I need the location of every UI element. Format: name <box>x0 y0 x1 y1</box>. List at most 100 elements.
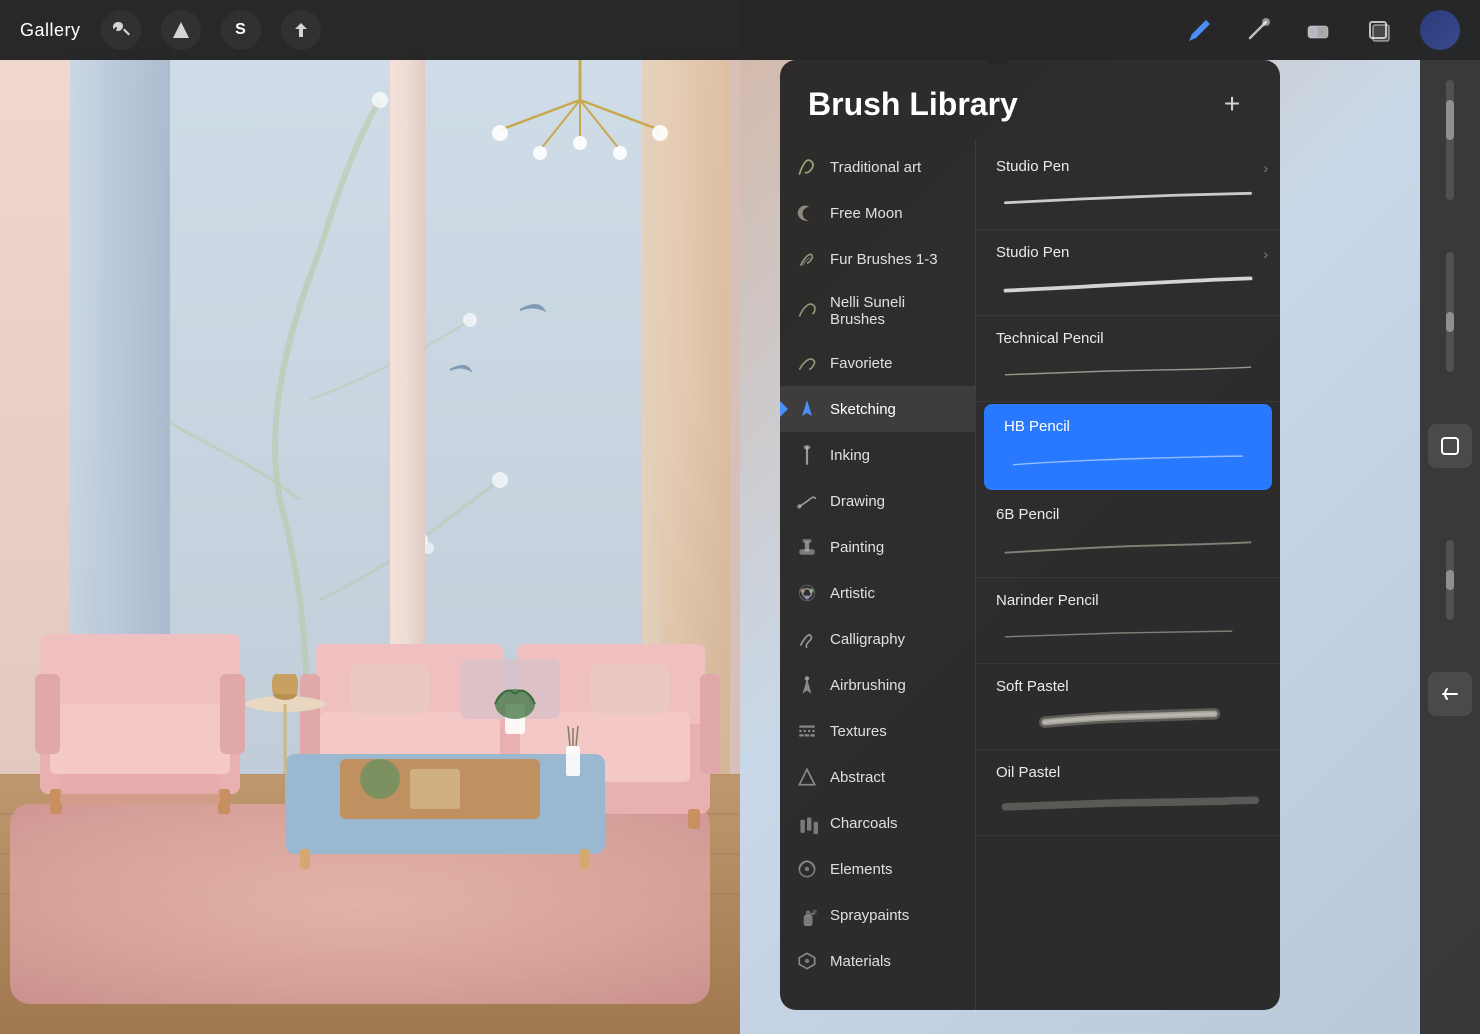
panel-content: Traditional art Free Moon <box>780 140 1280 1010</box>
scribble-button[interactable]: S <box>221 10 261 50</box>
free-moon-icon <box>796 202 818 224</box>
textures-label: Textures <box>830 723 887 740</box>
smudge-icon <box>1244 16 1272 44</box>
traditional-art-label: Traditional art <box>830 159 921 176</box>
textures-icon <box>796 720 818 742</box>
favoriete-label: Favoriete <box>830 355 893 372</box>
share-button[interactable] <box>281 10 321 50</box>
category-item-charcoals[interactable]: Charcoals <box>780 800 975 846</box>
sketching-label: Sketching <box>830 401 896 418</box>
inking-label: Inking <box>830 447 870 464</box>
back-icon <box>1439 683 1461 705</box>
brush-item-oil-pastel[interactable]: Oil Pastel <box>976 750 1280 836</box>
fur-brushes-icon <box>796 248 818 270</box>
layers-button[interactable] <box>1360 12 1396 48</box>
brush-item-hb-pencil[interactable]: HB Pencil <box>984 404 1272 490</box>
brush-preview-studio-pen-2 <box>996 269 1260 301</box>
brush-item-technical-pencil[interactable]: Technical Pencil <box>976 316 1280 402</box>
nelli-suneli-label: Nelli Suneli Brushes <box>830 294 959 328</box>
category-item-spraypaints[interactable]: Spraypaints <box>780 892 975 938</box>
brush-library-panel: Brush Library + Traditional art <box>780 60 1280 1010</box>
artistic-label: Artistic <box>830 585 875 602</box>
extra-slider[interactable] <box>1446 540 1454 620</box>
brush-preview-hb-pencil <box>1004 443 1252 475</box>
free-moon-label: Free Moon <box>830 205 903 222</box>
category-item-sketching[interactable]: Sketching <box>780 386 975 432</box>
category-item-calligraphy[interactable]: Calligraphy <box>780 616 975 662</box>
topbar: Gallery S <box>0 0 1480 60</box>
armchair <box>30 614 250 814</box>
wrench-icon <box>111 20 131 40</box>
wrench-button[interactable] <box>101 10 141 50</box>
nelli-suneli-icon <box>796 300 818 322</box>
brush-item-soft-pastel[interactable]: Soft Pastel <box>976 664 1280 750</box>
adjust-button[interactable] <box>161 10 201 50</box>
opacity-slider[interactable] <box>1446 80 1454 200</box>
artistic-icon <box>796 582 818 604</box>
size-thumb <box>1446 312 1454 332</box>
brush-name-hb-pencil: HB Pencil <box>1004 418 1252 435</box>
category-item-favoriete[interactable]: Favoriete <box>780 340 975 386</box>
eraser-tool-button[interactable] <box>1300 12 1336 48</box>
panel-title: Brush Library <box>808 86 1018 123</box>
brush-item-studio-pen-2[interactable]: Studio Pen › <box>976 230 1280 316</box>
side-table <box>240 674 330 774</box>
category-item-free-moon[interactable]: Free Moon <box>780 190 975 236</box>
avatar-button[interactable] <box>1420 10 1460 50</box>
topbar-right <box>1180 10 1460 50</box>
category-item-textures[interactable]: Textures <box>780 708 975 754</box>
plant <box>490 654 540 734</box>
brush-list: Studio Pen › Studio Pen › <box>975 140 1280 1010</box>
square-tool-button[interactable] <box>1428 424 1472 468</box>
brush-preview-studio-pen-1 <box>996 183 1260 215</box>
brush-item-studio-pen-1[interactable]: Studio Pen › <box>976 144 1280 230</box>
eraser-icon <box>1304 16 1332 44</box>
spraypaints-icon <box>796 904 818 926</box>
size-slider[interactable] <box>1446 252 1454 372</box>
gallery-button[interactable]: Gallery <box>20 20 81 41</box>
charcoals-icon <box>796 812 818 834</box>
painting-label: Painting <box>830 539 884 556</box>
inking-icon <box>796 444 818 466</box>
brush-preview-narinder-pencil <box>996 617 1260 649</box>
diffuser <box>558 726 588 776</box>
edit-arrow-2: › <box>1263 246 1268 262</box>
layers-icon <box>1364 16 1392 44</box>
category-item-abstract[interactable]: Abstract <box>780 754 975 800</box>
brush-item-6b-pencil[interactable]: 6B Pencil <box>976 492 1280 578</box>
pen-tool-button[interactable] <box>1180 12 1216 48</box>
brush-preview-6b-pencil <box>996 531 1260 563</box>
extra-thumb <box>1446 570 1454 590</box>
elements-icon <box>796 858 818 880</box>
brush-item-narinder-pencil[interactable]: Narinder Pencil <box>976 578 1280 664</box>
brush-name-narinder-pencil: Narinder Pencil <box>996 592 1260 609</box>
category-item-fur-brushes[interactable]: Fur Brushes 1-3 <box>780 236 975 282</box>
brush-name-studio-pen-1: Studio Pen <box>996 158 1260 175</box>
category-item-traditional-art[interactable]: Traditional art <box>780 144 975 190</box>
category-item-airbrushing[interactable]: Airbrushing <box>780 662 975 708</box>
pen-icon <box>1184 16 1212 44</box>
category-item-materials[interactable]: Materials <box>780 938 975 984</box>
category-item-inking[interactable]: Inking <box>780 432 975 478</box>
topbar-left: Gallery S <box>20 10 321 50</box>
category-item-drawing[interactable]: Drawing <box>780 478 975 524</box>
brush-preview-soft-pastel <box>996 703 1260 735</box>
brush-name-studio-pen-2: Studio Pen <box>996 244 1260 261</box>
spraypaints-label: Spraypaints <box>830 907 909 924</box>
back-button[interactable] <box>1428 672 1472 716</box>
airbrushing-label: Airbrushing <box>830 677 906 694</box>
add-brush-button[interactable]: + <box>1212 84 1252 124</box>
abstract-label: Abstract <box>830 769 885 786</box>
category-item-painting[interactable]: Painting <box>780 524 975 570</box>
category-item-nelli-suneli[interactable]: Nelli Suneli Brushes <box>780 282 975 340</box>
drawing-icon <box>796 490 818 512</box>
right-toolbar <box>1420 60 1480 1034</box>
category-item-elements[interactable]: Elements <box>780 846 975 892</box>
category-item-artistic[interactable]: Artistic <box>780 570 975 616</box>
category-list: Traditional art Free Moon <box>780 140 975 1010</box>
painting-icon <box>796 536 818 558</box>
smudge-tool-button[interactable] <box>1240 12 1276 48</box>
adjust-icon <box>171 20 191 40</box>
materials-icon <box>796 950 818 972</box>
drawing-label: Drawing <box>830 493 885 510</box>
